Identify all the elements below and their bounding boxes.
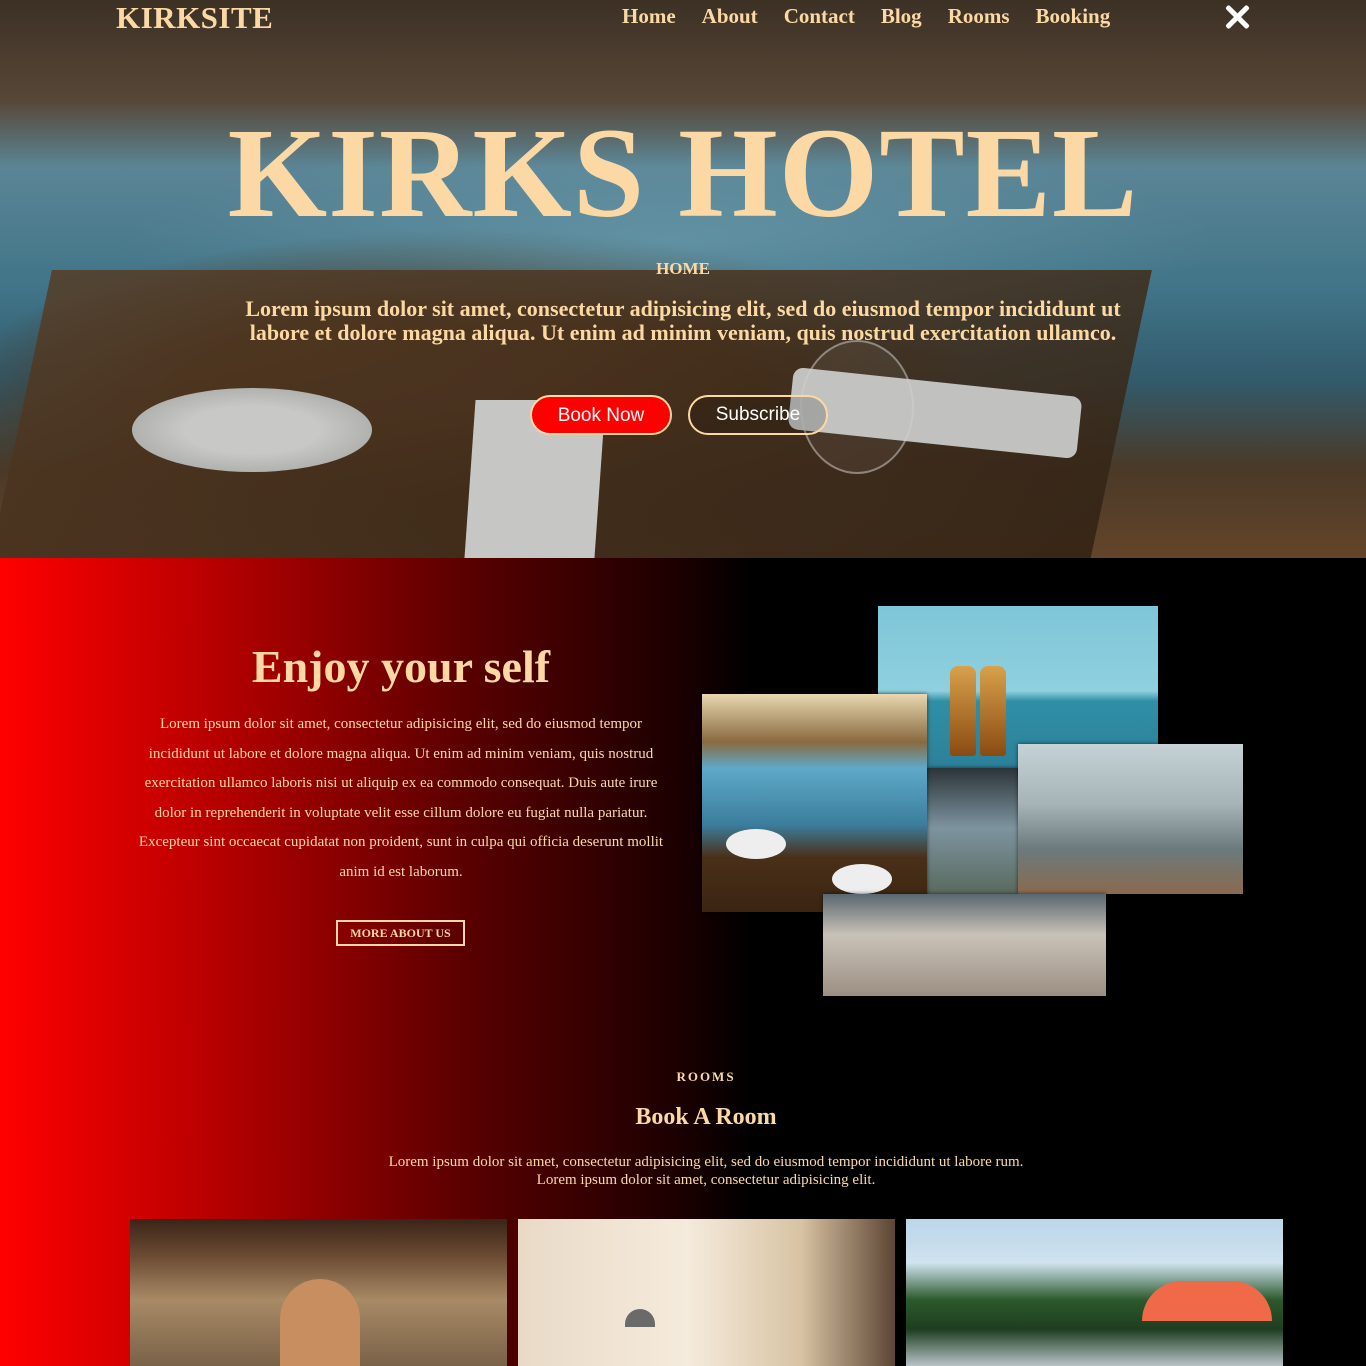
rooms-description: Lorem ipsum dolor sit amet, consectetur … — [0, 1153, 1366, 1189]
room-card-resort[interactable] — [906, 1219, 1283, 1366]
rooms-kicker: ROOMS — [676, 1069, 736, 1084]
hero-section: KIRKSITE Home About Contact Blog Rooms B… — [0, 0, 1366, 558]
city-view-photo — [1018, 744, 1243, 894]
close-icon[interactable] — [1222, 3, 1252, 31]
site-logo[interactable]: KIRKSITE — [116, 0, 273, 36]
rooms-description-line-1: Lorem ipsum dolor sit amet, consectetur … — [388, 1154, 1024, 1170]
subscribe-button[interactable]: Subscribe — [688, 395, 828, 435]
nav-link-about[interactable]: About — [702, 2, 758, 30]
nav-link-blog[interactable]: Blog — [881, 2, 922, 30]
hero-kicker: HOME — [656, 259, 710, 278]
hero-title: KIRKS HOTEL — [227, 102, 1139, 244]
more-about-us-button[interactable]: MORE ABOUT US — [336, 920, 465, 946]
about-title: Enjoy your self — [251, 641, 551, 692]
bed-photo — [823, 894, 1106, 996]
hero-description: Lorem ipsum dolor sit amet, consectetur … — [245, 296, 1121, 345]
poolside-dining-photo — [702, 694, 927, 912]
about-description: Lorem ipsum dolor sit amet, consectetur … — [138, 716, 664, 880]
room-card-lobby[interactable] — [130, 1219, 507, 1366]
about-section: Enjoy your self Lorem ipsum dolor sit am… — [0, 558, 1366, 1032]
nav-link-home[interactable]: Home — [622, 2, 676, 30]
book-now-button[interactable]: Book Now — [530, 395, 672, 435]
rooms-description-line-2: Lorem ipsum dolor sit amet, consectetur … — [536, 1172, 876, 1188]
rooms-title: Book A Room — [635, 1104, 777, 1130]
rooms-section: ROOMS Book A Room Lorem ipsum dolor sit … — [0, 1032, 1366, 1366]
room-card-bedroom[interactable] — [518, 1219, 895, 1366]
nav-link-booking[interactable]: Booking — [1036, 2, 1111, 30]
nav-link-contact[interactable]: Contact — [784, 2, 855, 30]
nav-link-rooms[interactable]: Rooms — [948, 2, 1010, 30]
nav-links: Home About Contact Blog Rooms Booking — [622, 2, 1136, 30]
top-navigation: KIRKSITE Home About Contact Blog Rooms B… — [0, 0, 1366, 40]
